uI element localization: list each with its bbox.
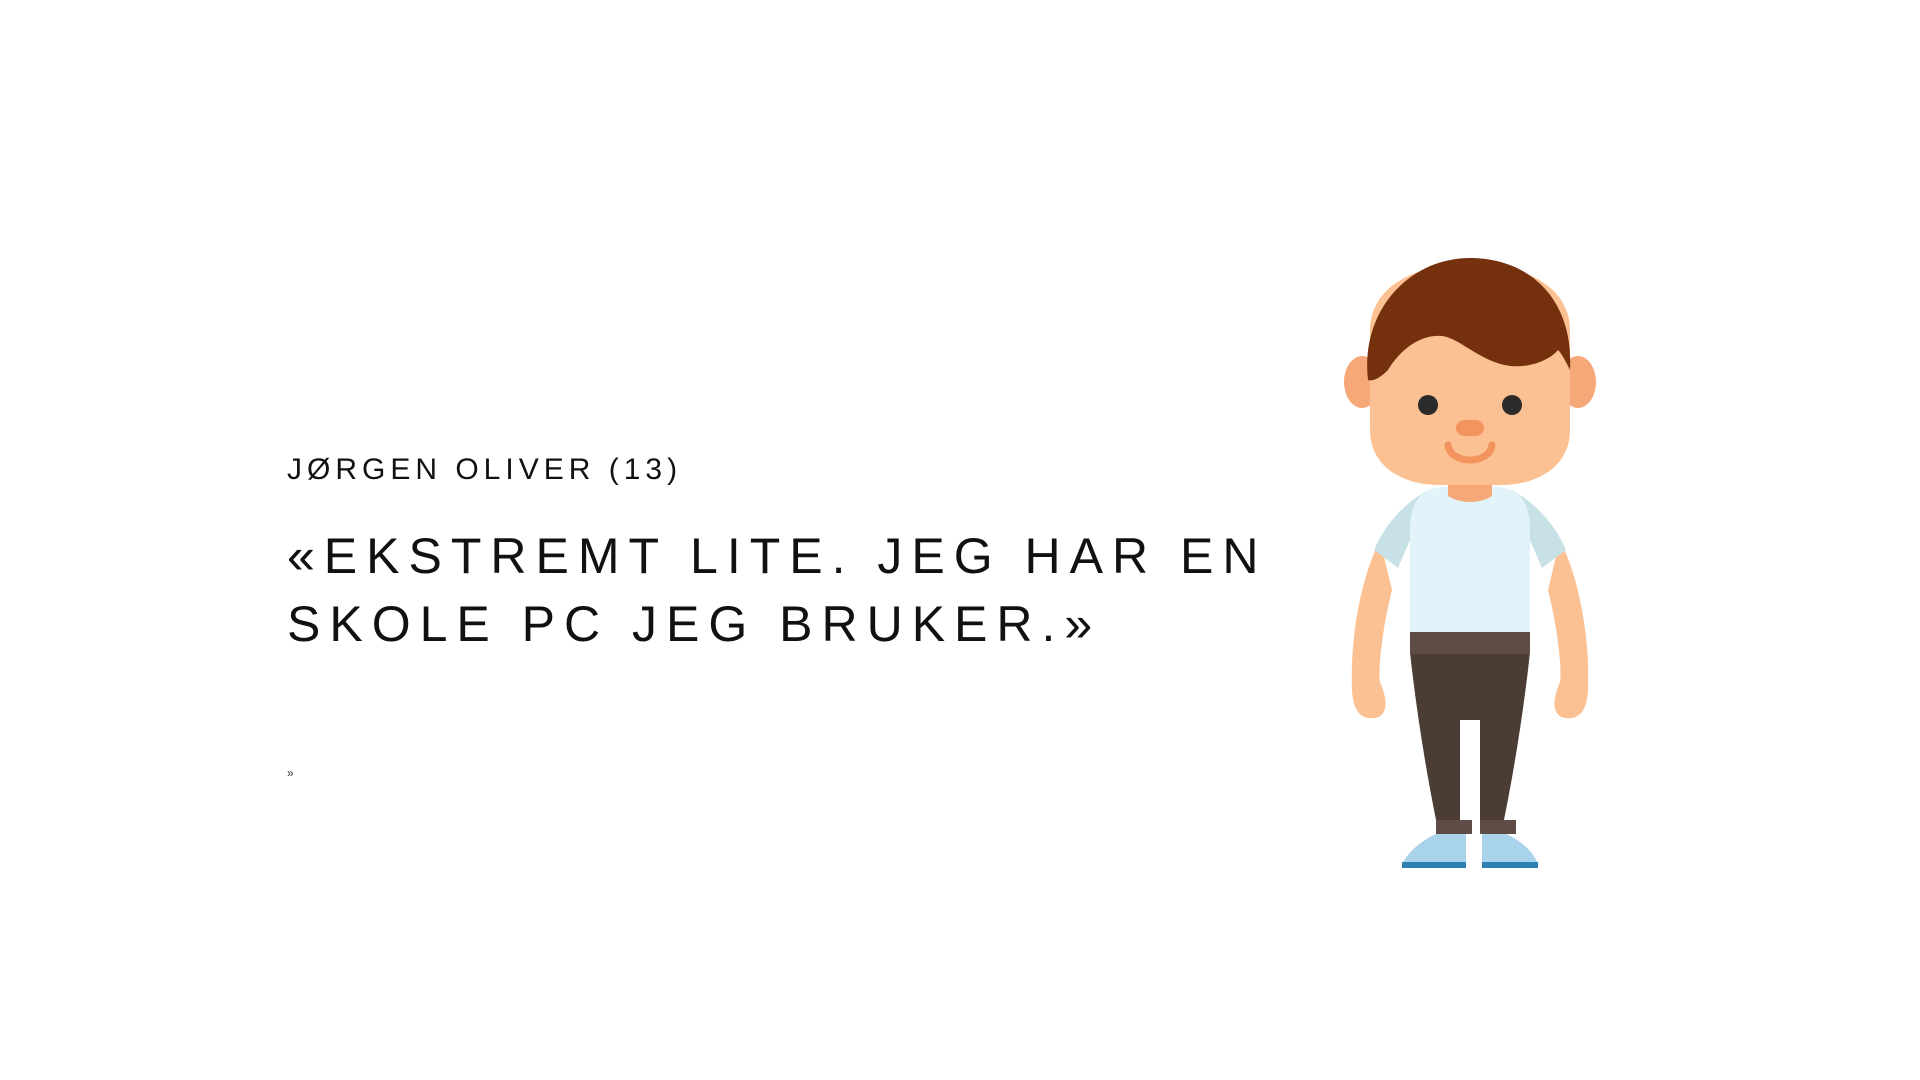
slide: JØRGEN OLIVER (13) «EKSTREMT LITE. JEG H…: [0, 0, 1920, 1080]
right-sole: [1482, 862, 1538, 868]
quote-line-1: «EKSTREMT LITE. JEG HAR EN: [287, 528, 1268, 584]
belt: [1410, 632, 1530, 654]
quote-line-2: SKOLE PC JEG BRUKER.»: [287, 596, 1102, 652]
right-cuff: [1480, 820, 1516, 834]
right-eye: [1502, 395, 1522, 415]
boy-character-icon: [1344, 258, 1596, 868]
closing-quote-mark: »: [287, 766, 294, 780]
speaker-name: JØRGEN OLIVER (13): [287, 453, 683, 486]
shirt: [1410, 485, 1530, 634]
right-arm: [1548, 540, 1589, 719]
left-cuff: [1436, 820, 1472, 834]
right-shoe: [1482, 834, 1538, 864]
left-sole: [1402, 862, 1466, 868]
pants: [1410, 652, 1530, 820]
nose: [1456, 420, 1484, 436]
left-arm: [1351, 540, 1392, 719]
quote-text: «EKSTREMT LITE. JEG HAR EN SKOLE PC JEG …: [287, 522, 1267, 658]
left-shoe: [1402, 834, 1466, 864]
left-eye: [1418, 395, 1438, 415]
